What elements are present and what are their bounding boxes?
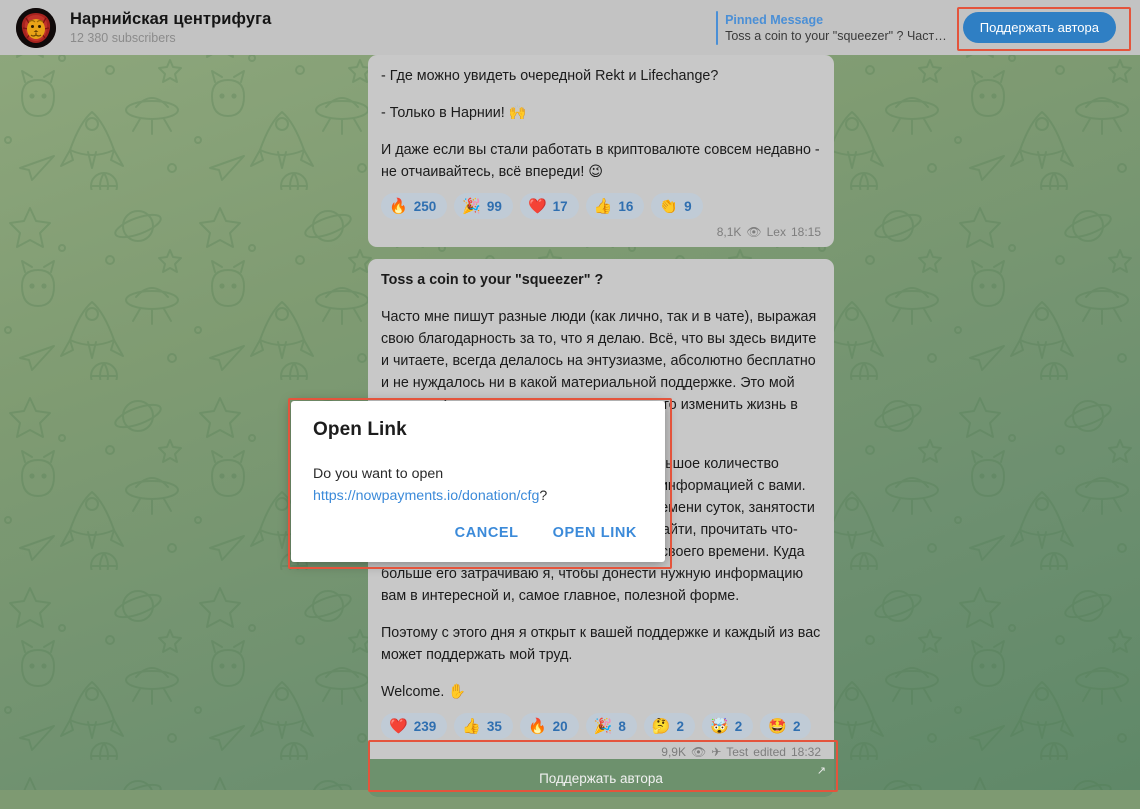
thinking-reaction[interactable]: 🤔 2 [643, 713, 696, 739]
message-time: 18:15 [790, 225, 821, 239]
reaction-count: 17 [552, 198, 568, 214]
subscriber-count: 12 380 subscribers [70, 30, 176, 45]
message-paragraph: Welcome. ✋ [381, 684, 467, 700]
pinned-message[interactable]: Pinned Message Toss a coin to your "sque… [716, 7, 947, 49]
thumbs-up-icon: 👍 [593, 196, 613, 215]
message-paragraph: Поэтому с этого дня я открыт к вашей под… [381, 625, 821, 663]
open-link-button[interactable]: OPEN LINK [547, 521, 643, 545]
cancel-button[interactable]: CANCEL [449, 521, 525, 545]
clap-icon: 👏 [659, 196, 679, 215]
message-paragraph: - Где можно увидеть очередной Rekt и Lif… [381, 68, 719, 84]
eye-icon: 👁 [690, 745, 707, 759]
dialog-message: Do you want to open https://nowpayments.… [313, 463, 643, 507]
fire-icon: 🔥 [389, 196, 408, 215]
edited-label: edited [753, 745, 786, 759]
view-count: 8,1K [716, 225, 742, 239]
message-meta: 9,9K 👁 ✈ Test edited 18:32 [381, 745, 821, 759]
mind-blown-icon: 🤯 [710, 716, 729, 735]
message-bubble: - Где можно увидеть очередной Rekt и Lif… [368, 55, 834, 247]
heart-reaction[interactable]: ❤️ 239 [381, 713, 448, 739]
party-popper-reaction[interactable]: 🎉 99 [454, 193, 513, 219]
thumbs-up-reaction[interactable]: 👍 35 [454, 713, 513, 739]
fire-reaction[interactable]: 🔥 250 [381, 193, 448, 219]
thumbs-up-reaction[interactable]: 👍 16 [585, 193, 645, 219]
party-popper-reaction[interactable]: 🎉 8 [585, 713, 637, 739]
avatar[interactable] [16, 7, 56, 48]
support-author-button[interactable]: Поддержать автора [962, 12, 1116, 43]
pinned-text-wrap: Pinned Message Toss a coin to your "sque… [725, 12, 947, 44]
star-struck-reaction[interactable]: 🤩 2 [760, 713, 812, 739]
view-count: 9,9K [661, 745, 686, 759]
dialog-url[interactable]: https://nowpayments.io/donation/cfg [313, 488, 539, 504]
reaction-count: 16 [618, 198, 634, 214]
reaction-count: 9 [684, 198, 692, 214]
dialog-title: Open Link [313, 419, 407, 440]
pinned-preview: Toss a coin to your "squeezer" ? Част… [725, 28, 947, 43]
party-popper-icon: 🎉 [593, 716, 613, 735]
clap-reaction[interactable]: 👏 9 [651, 193, 703, 219]
dialog-url-line: https://nowpayments.io/donation/cfg? [313, 485, 643, 507]
star-struck-icon: 🤩 [768, 716, 787, 735]
eye-icon: 👁 [746, 225, 762, 239]
dialog-actions: CANCEL OPEN LINK [313, 521, 643, 545]
channel-header: Нарнийская центрифуга 12 380 subscribers… [0, 0, 1140, 55]
reaction-count: 2 [676, 718, 685, 734]
inline-button-label: Поддержать автора [539, 770, 663, 786]
thinking-face-icon: 🤔 [651, 716, 671, 735]
message-time: 18:32 [790, 745, 821, 759]
thumbs-up-icon: 👍 [462, 716, 481, 735]
fire-reaction[interactable]: 🔥 20 [519, 713, 579, 739]
message-paragraph: - Только в Нарнии! 🙌 [381, 105, 527, 121]
forward-icon: ✈ [711, 745, 722, 759]
lion-avatar-icon [16, 7, 56, 48]
reaction-count: 35 [486, 718, 502, 734]
reaction-row: 🔥 250 🎉 99 ❤️ 17 👍 16 👏 9 [381, 193, 821, 219]
fire-icon: 🔥 [527, 716, 547, 735]
open-link-dialog: Open Link Do you want to open https://no… [291, 401, 665, 562]
dialog-question-suffix: ? [539, 488, 548, 504]
support-button-wrap: Поддержать автора [962, 12, 1116, 43]
reaction-count: 20 [552, 718, 568, 734]
message-author: Lex [766, 225, 786, 239]
pinned-accent-bar [716, 10, 719, 45]
reaction-count: 2 [792, 718, 801, 734]
heart-icon: ❤️ [527, 196, 547, 215]
mind-blown-reaction[interactable]: 🤯 2 [702, 713, 754, 739]
inline-support-author-button[interactable]: Поддержать автора ↗ [368, 759, 834, 797]
pinned-label: Pinned Message [725, 12, 824, 27]
party-popper-icon: 🎉 [462, 196, 481, 215]
message-meta: 8,1K 👁 Lex 18:15 [381, 225, 821, 239]
reaction-count: 8 [618, 718, 626, 734]
message-paragraph: И даже если вы стали работать в криптова… [381, 142, 820, 180]
reaction-row: ❤️ 239 👍 35 🔥 20 🎉 8 🤔 2 🤯 2 🤩 2 [381, 713, 821, 739]
dialog-question: Do you want to open [313, 466, 444, 482]
reaction-count: 2 [734, 718, 743, 734]
heart-icon: ❤️ [389, 716, 408, 735]
reaction-count: 239 [413, 718, 437, 734]
reaction-count: 99 [486, 198, 502, 214]
channel-info[interactable]: Нарнийская центрифуга 12 380 subscribers [70, 10, 271, 46]
page-title: Нарнийская центрифуга [70, 9, 272, 28]
message-title: Toss a coin to your "squeezer" ? [381, 272, 604, 288]
message-author: Test [726, 745, 749, 759]
heart-reaction[interactable]: ❤️ 17 [519, 193, 579, 219]
reaction-count: 250 [413, 198, 437, 214]
external-link-arrow-icon: ↗ [816, 765, 826, 777]
